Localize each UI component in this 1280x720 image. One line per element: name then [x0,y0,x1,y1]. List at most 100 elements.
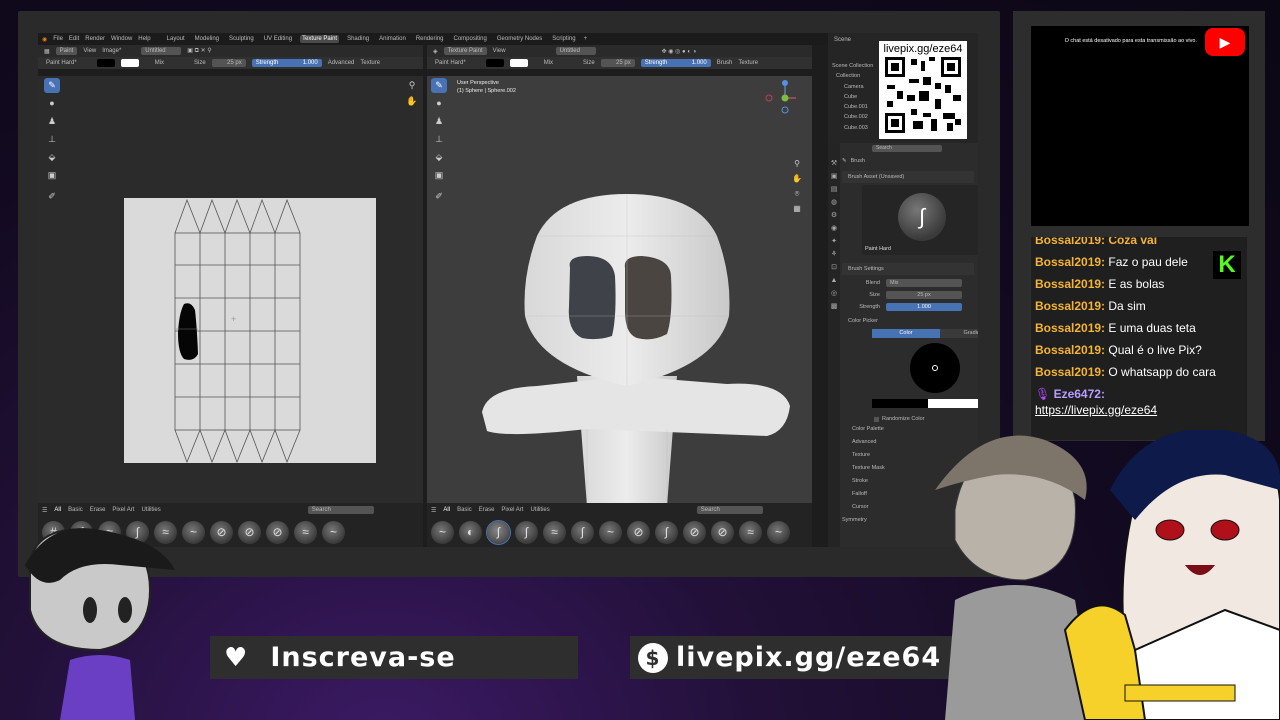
blend-select[interactable]: Mix [886,279,962,287]
outliner-item[interactable]: Camera [832,82,873,92]
texture-canvas[interactable]: + [124,198,376,464]
editor-type-icon[interactable]: ▦ [44,48,50,55]
workspace-tab-texture-paint[interactable]: Texture Paint [300,35,340,43]
viewport-image-field[interactable]: Untitled [555,47,596,55]
viewport-secondary-color[interactable] [509,59,528,67]
brush-name-field[interactable]: Paint Hard* [46,60,77,66]
brush-preview[interactable]: ∫ Paint Hard [862,185,978,255]
outliner-item[interactable]: Cube.001 [832,102,873,112]
brush-preset-icon[interactable]: ⊘ [238,521,261,544]
scene-selector[interactable]: Scene [834,35,851,44]
outliner-item[interactable]: Collection [832,71,873,81]
viewport-blend-select[interactable]: Mix [544,60,553,66]
clone-tool-icon[interactable]: ⊥ [44,132,60,147]
color-swatch-pair[interactable] [872,399,978,408]
soften-tool-icon[interactable]: ● [44,96,60,111]
viewport-brush-field[interactable]: Paint Hard* [435,60,466,66]
shelf-left-tab-pixel-art[interactable]: Pixel Art [112,507,134,513]
workspace-tab-modeling[interactable]: Modeling [193,35,221,43]
properties-tab-icons[interactable]: ⚒ ▣ ▤ ◍ ⚙ ◉ ✦ ⚘ ⊡ ▲ ◎ ▩ [828,143,840,313]
workspace-tab-geometry-nodes[interactable]: Geometry Nodes [495,35,544,43]
zoom-icon[interactable]: ⚲ [404,78,420,93]
brush-preset-icon[interactable]: ~ [767,521,790,544]
brush-settings-header[interactable]: Brush Settings [842,263,974,275]
primary-color-swatch[interactable] [96,59,115,67]
menu-file[interactable]: File [53,36,63,42]
color-wheel-cursor[interactable] [932,365,938,371]
workspace-tab-layout[interactable]: Layout [165,35,187,43]
blender-logo-icon[interactable]: ◉ [42,36,47,43]
workspace-tab-shading[interactable]: Shading [345,35,371,43]
brush-preset-icon[interactable]: ~ [599,521,622,544]
image-editor-area[interactable]: ✎ ● ♟ ⊥ ⬙ ▣ ✐ ⚲ ✋ + [38,76,423,503]
menu-help[interactable]: Help [138,36,150,42]
shelf-right-tab-erase[interactable]: Erase [479,507,495,513]
viewport-mode-select[interactable]: Texture Paint [443,47,487,55]
shelf-menu-icon[interactable]: ☰ [42,507,47,514]
size-field[interactable]: 25 px [211,59,246,67]
props-strength-field[interactable]: 1.000 [886,303,962,311]
shelf-left-search[interactable]: Search [307,506,374,514]
color-wheel[interactable] [910,343,960,393]
3d-viewport[interactable]: User Perspective (1) Sphere | Sphere.002… [427,76,812,503]
shelf-left-tab-utilities[interactable]: Utilities [141,507,160,513]
advanced-menu[interactable]: Advanced [328,60,355,66]
smear-tool-icon[interactable]: ♟ [44,114,60,129]
menu-edit[interactable]: Edit [69,36,79,42]
viewport-shading-icons[interactable]: ✥ ◉ ◎ ● ◐ ◑ [662,48,697,55]
mask-tool-icon[interactable]: ▣ [44,168,60,183]
color-tab[interactable]: Color [872,329,940,338]
shelf-right-tab-all[interactable]: All [443,507,450,513]
shelf-right-tab-utilities[interactable]: Utilities [530,507,549,513]
strength-field[interactable]: Strength 1.000 [251,59,322,67]
chat-link-message[interactable]: https://livepix.gg/eze64 [1035,403,1247,417]
shelf-right-menu-icon[interactable]: ☰ [431,507,436,514]
fill-tool-icon[interactable]: ⬙ [44,150,60,165]
shelf-left-tab-all[interactable]: All [54,507,61,513]
brush-preset-icon[interactable]: ≈ [294,521,317,544]
workspace-tab-uv-editing[interactable]: UV Editing [262,35,294,43]
brush-preset-icon[interactable]: ~ [431,521,454,544]
menu-view[interactable]: View [83,48,96,54]
properties-search[interactable]: Search [872,145,942,152]
shelf-right-search[interactable]: Search [696,506,763,514]
image-name-field[interactable]: Untitled [141,47,182,55]
secondary-color-swatch[interactable] [120,59,139,67]
brush-preset-icon[interactable]: ~ [322,521,345,544]
brush-preset-icon[interactable]: ∫ [655,521,678,544]
shelf-right-tab-pixel-art[interactable]: Pixel Art [501,507,523,513]
props-size-field[interactable]: 25 px [886,291,962,299]
viewport-strength-field[interactable]: Strength 1.000 [640,59,711,67]
shelf-right-tab-basic[interactable]: Basic [457,507,472,513]
outliner-scene-collection[interactable]: Scene Collection [832,61,873,71]
workspace-tab-animation[interactable]: Animation [377,35,408,43]
workspace-tab-sculpting[interactable]: Sculpting [227,35,256,43]
brush-preset-icon[interactable]: ∫ [486,520,511,545]
shelf-left-tab-basic[interactable]: Basic [68,507,83,513]
randomize-checkbox[interactable] [874,416,879,422]
viewport-size-field[interactable]: 25 px [600,59,635,67]
image-browse-icon[interactable]: ▣ ⧉ ✕ ⚲ [187,47,211,55]
viewport-brush-menu[interactable]: Brush [717,60,733,66]
brush-preset-icon[interactable]: ≈ [543,521,566,544]
image-mode-select[interactable]: Paint [55,47,78,55]
brush-preset-icon[interactable]: ∫ [515,521,538,544]
viewport-menu-view[interactable]: View [493,48,506,54]
brush-preset-icon[interactable]: ≈ [739,521,762,544]
brush-preset-icon[interactable]: ◐ [459,521,482,544]
brush-asset-panel-header[interactable]: Brush Asset (Unsaved) [842,171,974,183]
brush-preset-icon[interactable]: ⊘ [266,521,289,544]
brush-preset-icon[interactable]: ⊘ [627,521,650,544]
menu-image[interactable]: Image* [102,48,121,54]
workspace-tab-scripting[interactable]: Scripting [550,35,577,43]
viewport-type-icon[interactable]: ◈ [433,48,438,55]
brush-preset-icon[interactable]: ⊘ [210,521,233,544]
texture-menu[interactable]: Texture [360,60,380,66]
add-workspace-button[interactable]: + [584,36,588,42]
gradient-tab[interactable]: Gradient [940,329,978,338]
color-picker-header[interactable]: Color Picker [848,315,978,327]
outliner-item[interactable]: Cube.002 [832,112,873,122]
brush-preset-icon[interactable]: ⊘ [683,521,706,544]
workspace-tab-rendering[interactable]: Rendering [414,35,446,43]
shelf-left-tab-erase[interactable]: Erase [90,507,106,513]
